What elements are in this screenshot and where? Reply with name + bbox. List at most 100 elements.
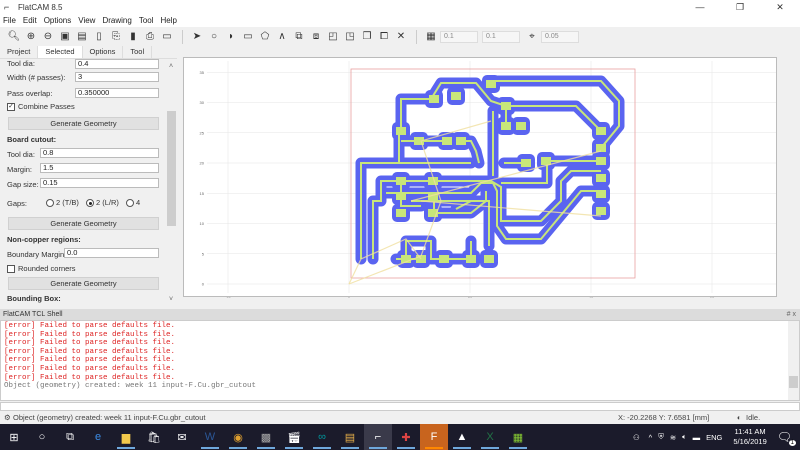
minimize-button[interactable]: — bbox=[680, 0, 720, 14]
language-indicator[interactable]: ENG bbox=[706, 433, 722, 442]
photos-icon[interactable]: ▲ bbox=[448, 424, 476, 450]
menu-options[interactable]: Options bbox=[44, 16, 72, 25]
menu-help[interactable]: Help bbox=[161, 16, 177, 25]
generate-noncopper-button[interactable]: Generate Geometry bbox=[8, 277, 159, 290]
grid-icon[interactable]: ▦ bbox=[423, 29, 439, 45]
gaps-lr-radio[interactable]: 2 (L/R) bbox=[86, 198, 119, 208]
open-icon[interactable]: ⎘ bbox=[108, 29, 124, 45]
tab-project[interactable]: Project bbox=[0, 46, 39, 58]
combine-passes-checkbox[interactable]: ✓ Combine Passes bbox=[7, 102, 75, 112]
document-app-icon[interactable]: ▤ bbox=[336, 424, 364, 450]
menu-file[interactable]: File bbox=[3, 16, 16, 25]
copper-pad bbox=[521, 159, 531, 167]
tab-tool[interactable]: Tool bbox=[123, 46, 153, 58]
tab-options[interactable]: Options bbox=[83, 46, 124, 58]
grid-x-input[interactable]: 0.1 bbox=[440, 30, 478, 43]
clock[interactable]: 11:41 AM 5/16/2019 bbox=[733, 427, 766, 447]
volume-icon[interactable]: 🔈︎ bbox=[682, 432, 687, 442]
file-explorer-icon[interactable]: ▆ bbox=[112, 424, 140, 450]
notifications-icon[interactable]: 🗨︎ 1 bbox=[777, 430, 796, 446]
arc-icon[interactable]: ◗ bbox=[223, 29, 239, 45]
shell-line: Object (geometry) created: week 11 input… bbox=[4, 382, 257, 391]
store-icon[interactable]: 🛍︎ bbox=[140, 424, 168, 450]
cut-icon[interactable]: ◳ bbox=[342, 29, 358, 45]
people-icon[interactable]: ⚇ bbox=[633, 433, 640, 442]
menu-view[interactable]: View bbox=[78, 16, 95, 25]
windows-start-icon[interactable]: ⊞ bbox=[0, 424, 28, 450]
status-bar: ⚙ Object (geometry) created: week 11 inp… bbox=[0, 411, 800, 424]
chrome-icon[interactable]: ◉ bbox=[224, 424, 252, 450]
new-project-icon[interactable]: ▯ bbox=[91, 29, 107, 45]
fusion-icon[interactable]: F bbox=[420, 424, 448, 450]
subtract-icon[interactable]: ◰ bbox=[325, 29, 341, 45]
open-gerber-icon[interactable]: ▮ bbox=[125, 29, 141, 45]
save-icon[interactable]: ⎙ bbox=[142, 29, 158, 45]
pass-overlap-input[interactable]: 0.350000 bbox=[75, 88, 159, 98]
scrollbar-thumb[interactable] bbox=[167, 111, 176, 226]
show-hidden-icon[interactable]: ^ bbox=[649, 433, 653, 442]
shell-icon[interactable]: ▭ bbox=[159, 29, 175, 45]
gaps-4-radio[interactable]: 4 bbox=[126, 198, 140, 208]
boundary-margin-input[interactable]: 0.0 bbox=[64, 248, 159, 258]
menu-edit[interactable]: Edit bbox=[23, 16, 37, 25]
video-editor-icon[interactable]: 🎬︎ bbox=[280, 424, 308, 450]
circle-icon[interactable]: ○ bbox=[206, 29, 222, 45]
flatcam-icon[interactable]: ⌐ bbox=[364, 424, 392, 450]
tool-dia-input[interactable]: 0.4 bbox=[75, 59, 159, 69]
generate-cutout-button[interactable]: Generate Geometry bbox=[8, 217, 159, 230]
battery-icon[interactable]: ▬ bbox=[693, 433, 701, 442]
security-icon[interactable]: ⛨ bbox=[658, 432, 664, 442]
select-icon[interactable]: ➤ bbox=[189, 29, 205, 45]
word-icon[interactable]: W bbox=[196, 424, 224, 450]
intersection-icon[interactable]: ⧈ bbox=[308, 29, 324, 45]
maximize-button[interactable]: ❐ bbox=[720, 0, 760, 14]
shell-line: [error] Failed to parse defaults file. bbox=[4, 330, 176, 339]
polygon-icon[interactable]: ⬠ bbox=[257, 29, 273, 45]
generate-isolation-button[interactable]: Generate Geometry bbox=[8, 117, 159, 130]
rounded-corners-checkbox[interactable]: Rounded corners bbox=[7, 264, 76, 274]
wifi-icon[interactable]: ≋ bbox=[670, 433, 676, 442]
kicad-pcb-icon[interactable]: ✚ bbox=[392, 424, 420, 450]
grid-y-input[interactable]: 0.1 bbox=[482, 30, 520, 43]
shell-dock-controls[interactable]: # x bbox=[787, 309, 796, 320]
replot-icon[interactable]: ▣ bbox=[57, 29, 73, 45]
scroll-down-icon[interactable]: ˅ bbox=[169, 296, 173, 303]
menu-tool[interactable]: Tool bbox=[139, 16, 154, 25]
scrollbar-thumb[interactable] bbox=[789, 376, 798, 388]
task-view-icon[interactable]: ⧉ bbox=[56, 424, 84, 450]
panel-scrollbar[interactable]: ˄ ˅ bbox=[166, 59, 177, 304]
edge-icon[interactable]: e bbox=[84, 424, 112, 450]
snap-input[interactable]: 0.05 bbox=[541, 30, 579, 43]
gap-size-input[interactable]: 0.15 bbox=[40, 178, 159, 188]
clear-plot-icon[interactable]: ▤ bbox=[74, 29, 90, 45]
arduino-icon[interactable]: ∞ bbox=[308, 424, 336, 450]
excel-icon[interactable]: X bbox=[476, 424, 504, 450]
menu-drawing[interactable]: Drawing bbox=[102, 16, 131, 25]
pcb-app-icon[interactable]: ▦ bbox=[504, 424, 532, 450]
gaps-tb-radio[interactable]: 2 (T/B) bbox=[46, 198, 79, 208]
close-button[interactable]: ✕ bbox=[760, 0, 800, 14]
zoom-in-icon[interactable]: ⊕ bbox=[23, 29, 39, 45]
margin-input[interactable]: 1.5 bbox=[40, 163, 159, 173]
plot-canvas[interactable]: -20 0 20 40 60 0 5 10 15 20 25 30 35 bbox=[183, 57, 777, 301]
union-icon[interactable]: ⧉ bbox=[291, 29, 307, 45]
move-icon[interactable]: ⧠ bbox=[376, 29, 392, 45]
mail-icon[interactable]: ✉ bbox=[168, 424, 196, 450]
cortana-icon[interactable]: ○ bbox=[28, 424, 56, 450]
cutout-tool-dia-input[interactable]: 0.8 bbox=[40, 148, 159, 158]
scroll-up-icon[interactable]: ˄ bbox=[169, 63, 173, 70]
shell-scrollbar[interactable] bbox=[788, 321, 799, 400]
copper-pad bbox=[541, 157, 551, 165]
shell-command-input[interactable] bbox=[0, 402, 800, 411]
copy-icon[interactable]: ❐ bbox=[359, 29, 375, 45]
rectangle-icon[interactable]: ▭ bbox=[240, 29, 256, 45]
path-icon[interactable]: ∧ bbox=[274, 29, 290, 45]
tab-selected[interactable]: Selected bbox=[38, 46, 83, 58]
photo-app-icon[interactable]: ▩ bbox=[252, 424, 280, 450]
width-passes-input[interactable]: 3 bbox=[75, 72, 159, 82]
zoom-out-icon[interactable]: ⊖ bbox=[40, 29, 56, 45]
margin-label: Margin: bbox=[7, 165, 33, 174]
zoom-fit-icon[interactable]: 🔍︎ bbox=[6, 29, 22, 45]
delete-icon[interactable]: ✕ bbox=[393, 29, 409, 45]
snap-icon[interactable]: ⌖ bbox=[524, 29, 540, 45]
